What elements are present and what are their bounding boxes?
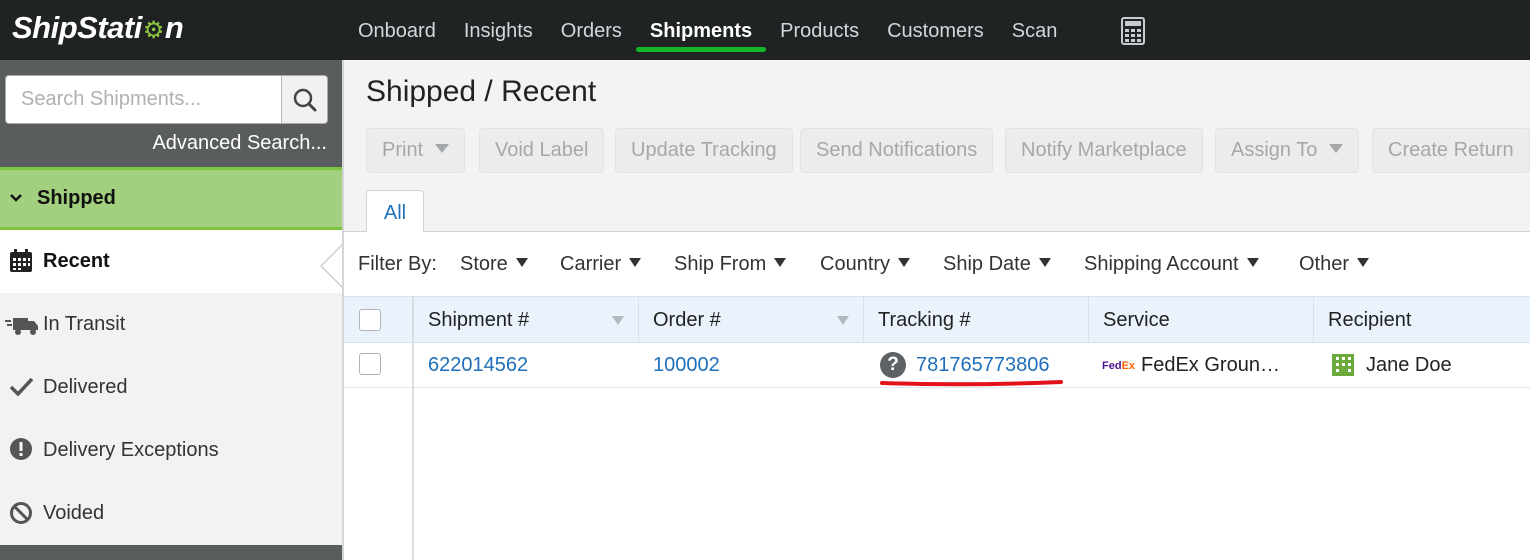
column-recipient[interactable]: Recipient (1314, 297, 1530, 342)
nav-products[interactable]: Products (766, 0, 873, 60)
active-item-pointer (322, 246, 342, 286)
nav-onboard[interactable]: Onboard (344, 0, 450, 60)
print-button-label: Print (382, 139, 424, 161)
filter-label: Carrier (560, 253, 622, 275)
calendar-icon (10, 249, 32, 272)
calculator-icon[interactable] (1120, 17, 1146, 45)
column-label: Shipment # (428, 309, 530, 331)
sidebar-section-label: Shipped (37, 187, 116, 209)
annotation-underline (880, 380, 1063, 387)
shipment-number-link[interactable]: 622014562 (428, 343, 528, 387)
table-row[interactable]: 622014562 100002 ? 781765773806 FedEx Fe… (344, 343, 1530, 388)
fedex-logo: FedEx (1102, 360, 1136, 372)
checkmark-icon (9, 377, 34, 397)
filter-ship-from[interactable]: Ship From (674, 253, 787, 276)
filter-label: Country (820, 253, 891, 275)
nav-customers[interactable]: Customers (873, 0, 998, 60)
filter-label: Store (460, 253, 508, 275)
page-header: Shipped / Recent Print Void Label Update… (344, 60, 1530, 233)
sidebar-item-label: In Transit (43, 313, 126, 335)
sidebar-item-delivered[interactable]: Delivered (0, 356, 342, 419)
update-tracking-button[interactable]: Update Tracking (615, 128, 793, 173)
order-number-link[interactable]: 100002 (653, 343, 720, 387)
truck-icon (5, 318, 38, 335)
nav-shipments[interactable]: Shipments (635, 0, 767, 60)
caret-down-icon (435, 144, 450, 153)
search-box (5, 75, 328, 124)
filter-shipping-account[interactable]: Shipping Account (1084, 253, 1259, 276)
column-label: Order # (653, 309, 721, 331)
service-name: FedEx Groun… (1141, 354, 1280, 376)
filter-label: Other (1299, 253, 1350, 275)
sidebar: Advanced Search... Shipped Recent In Tra… (0, 60, 342, 560)
filter-label: Ship From (674, 253, 767, 275)
filter-label: Shipping Account (1084, 253, 1239, 275)
gear-icon: ⚙ (142, 17, 165, 44)
assign-to-button[interactable]: Assign To (1215, 128, 1360, 173)
search-input[interactable] (6, 76, 281, 123)
print-button[interactable]: Print (366, 128, 466, 173)
column-order-number[interactable]: Order # (639, 297, 864, 342)
nav-insights[interactable]: Insights (450, 0, 547, 60)
filter-by-label: Filter By: (358, 253, 437, 275)
sidebar-item-recent[interactable]: Recent (0, 230, 342, 293)
sidebar-section-shipped[interactable]: Shipped (0, 167, 342, 230)
caret-down-icon (1246, 258, 1259, 267)
building-icon (1332, 354, 1354, 376)
sidebar-item-label: Delivery Exceptions (43, 439, 219, 461)
question-icon[interactable]: ? (880, 352, 906, 378)
assign-to-button-label: Assign To (1231, 139, 1318, 161)
create-return-button[interactable]: Create Return (1372, 128, 1530, 173)
filter-country[interactable]: Country (820, 253, 911, 276)
prohibited-icon (10, 502, 32, 524)
caret-down-icon (1357, 258, 1370, 267)
caret-down-icon (1038, 258, 1051, 267)
notify-marketplace-button[interactable]: Notify Marketplace (1005, 128, 1203, 173)
send-notifications-button[interactable]: Send Notifications (800, 128, 994, 173)
shipstation-logo[interactable]: ShipStati⚙n (12, 10, 184, 46)
caret-down-icon (1329, 144, 1344, 153)
sort-icon (837, 316, 849, 325)
caret-down-icon (774, 258, 787, 267)
column-divider (412, 296, 414, 560)
sidebar-item-in-transit[interactable]: In Transit (0, 293, 342, 356)
sort-icon (612, 316, 624, 325)
advanced-search-link[interactable]: Advanced Search... (152, 132, 327, 155)
main-nav: Onboard Insights Orders Shipments Produc… (344, 0, 1071, 60)
caret-down-icon (898, 258, 911, 267)
filter-label: Ship Date (943, 253, 1031, 275)
sidebar-item-label: Delivered (43, 376, 128, 398)
sidebar-footer (0, 545, 342, 560)
caret-down-icon (515, 258, 528, 267)
column-shipment-number[interactable]: Shipment # (414, 297, 639, 342)
filter-bar: Filter By: Store Carrier Ship From Count… (344, 232, 1530, 296)
void-label-button[interactable]: Void Label (479, 128, 605, 173)
recipient-name: Jane Doe (1366, 354, 1452, 376)
filter-other[interactable]: Other (1299, 253, 1370, 276)
table-header: Shipment # Order # Tracking # Service Re… (344, 296, 1530, 343)
nav-scan[interactable]: Scan (998, 0, 1072, 60)
select-all-checkbox[interactable] (359, 309, 381, 331)
chevron-down-icon (10, 194, 22, 202)
column-service[interactable]: Service (1089, 297, 1314, 342)
tab-all[interactable]: All (366, 190, 424, 233)
sidebar-item-voided[interactable]: Voided (0, 482, 342, 545)
page-title: Shipped / Recent (366, 75, 597, 108)
sidebar-item-delivery-exceptions[interactable]: Delivery Exceptions (0, 419, 342, 482)
top-navigation-bar: ShipStati⚙n Onboard Insights Orders Ship… (0, 0, 1530, 60)
nav-orders[interactable]: Orders (547, 0, 636, 60)
row-checkbox[interactable] (359, 353, 381, 375)
filter-carrier[interactable]: Carrier (560, 253, 642, 276)
caret-down-icon (629, 258, 642, 267)
sidebar-search-area: Advanced Search... (0, 60, 342, 167)
search-button[interactable] (281, 76, 327, 123)
sidebar-item-label: Voided (43, 502, 105, 524)
filter-store[interactable]: Store (460, 253, 528, 276)
filter-ship-date[interactable]: Ship Date (943, 253, 1051, 276)
sidebar-item-label: Recent (43, 250, 110, 272)
main-content: Shipped / Recent Print Void Label Update… (342, 60, 1530, 560)
column-tracking-number[interactable]: Tracking # (864, 297, 1089, 342)
search-icon (293, 88, 317, 112)
exclamation-icon (10, 438, 32, 460)
